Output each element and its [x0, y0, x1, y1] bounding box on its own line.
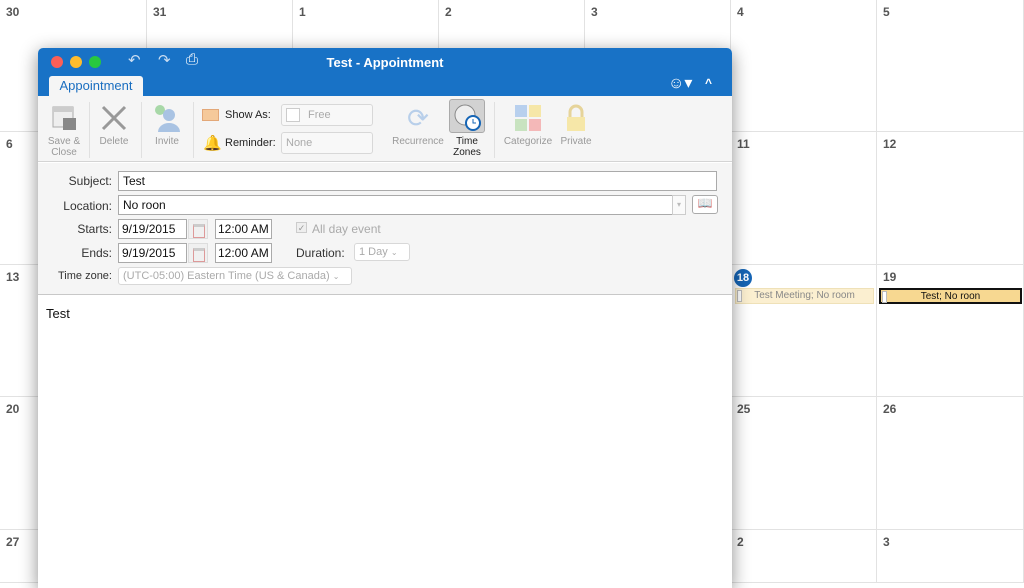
start-date-input[interactable]: 9/19/2015 [118, 219, 187, 239]
event-label: Test Meeting; No room [754, 290, 855, 301]
timezone-select[interactable]: (UTC-05:00) Eastern Time (US & Canada) ⌄ [118, 267, 352, 285]
day-number: 13 [6, 270, 20, 284]
delete-label: Delete [99, 136, 129, 147]
subject-label: Subject: [68, 174, 112, 188]
duration-value: 1 Day [359, 246, 388, 258]
private-label: Private [560, 136, 592, 147]
show-as-value: Free [308, 109, 331, 121]
day-number: 1 [299, 5, 306, 19]
save-close-label: Save & Close [47, 136, 81, 158]
day-number: 5 [883, 5, 890, 19]
save-icon [52, 106, 76, 130]
end-date-calendar-icon[interactable] [188, 243, 208, 263]
day-number: 30 [6, 5, 20, 19]
end-date-input[interactable]: 9/19/2015 [118, 243, 187, 263]
subject-input[interactable]: Test [118, 171, 717, 191]
calendar-day-cell[interactable]: 11 [731, 132, 877, 265]
day-number: 3 [883, 535, 890, 549]
bell-icon: 🔔 [203, 135, 222, 152]
window-title: Test - Appointment [326, 55, 444, 70]
end-time-input[interactable]: 12:00 AM [215, 243, 272, 263]
recurrence-icon: ⟳ [407, 103, 429, 133]
event-test-meeting[interactable]: Test Meeting; No room [735, 288, 874, 304]
appointment-form: Subject: Test Location: No roon ▾ 📖 Star… [38, 163, 732, 295]
all-day-checkbox[interactable]: ✓ [296, 222, 307, 233]
collapse-ribbon-icon[interactable]: ^ [705, 76, 712, 90]
lock-icon [567, 104, 585, 131]
day-number: 31 [153, 5, 167, 19]
delete-button[interactable]: Delete [94, 104, 134, 147]
reminder-label: Reminder: [225, 137, 276, 149]
categorize-label: Categorize [503, 136, 553, 147]
recurrence-label: Recurrence [392, 136, 444, 147]
today-badge: 18 [734, 269, 752, 287]
private-button[interactable]: Private [556, 104, 596, 147]
day-number: 20 [6, 402, 20, 416]
globe-clock-icon [454, 104, 481, 131]
calendar-day-cell[interactable]: 4 [731, 0, 877, 132]
day-number: 3 [591, 5, 598, 19]
day-number: 6 [6, 137, 13, 151]
day-number: 12 [883, 137, 897, 151]
starts-label: Starts: [77, 222, 112, 236]
calendar-day-cell[interactable]: 26 [877, 397, 1024, 530]
day-number: 26 [883, 402, 897, 416]
ends-label: Ends: [81, 246, 112, 260]
start-time-input[interactable]: 12:00 AM [215, 219, 272, 239]
calendar-day-cell[interactable]: 3 [877, 530, 1024, 583]
all-day-label: All day event [312, 222, 381, 236]
calendar-day-cell[interactable]: 12 [877, 132, 1024, 265]
time-zones-button[interactable] [449, 99, 485, 133]
room-finder-book-icon[interactable]: 📖 [692, 195, 718, 214]
day-number: 25 [737, 402, 751, 416]
calendar-day-cell[interactable]: 19 [877, 265, 1024, 397]
day-number: 2 [737, 535, 744, 549]
location-input[interactable]: No roon [118, 195, 686, 215]
appointment-body-text[interactable]: Test [46, 306, 70, 321]
day-number: 4 [737, 5, 744, 19]
show-as-label: Show As: [225, 109, 271, 121]
ribbon-toolbar: Save & Close Delete Invite Show As: Free… [38, 96, 732, 162]
invite-button[interactable]: Invite [146, 104, 188, 147]
event-label: Test; No roon [920, 291, 981, 302]
calendar-day-cell[interactable]: 5 [877, 0, 1024, 132]
day-number: 27 [6, 535, 20, 549]
start-date-calendar-icon[interactable] [188, 219, 208, 239]
show-as-icon [202, 109, 219, 121]
smiley-feedback-icon[interactable]: ☺▾ [668, 73, 692, 93]
show-as-select[interactable]: Free [281, 104, 373, 126]
save-close-button[interactable]: Save & Close [44, 104, 84, 158]
timezone-value: (UTC-05:00) Eastern Time (US & Canada) [123, 270, 330, 282]
invite-label: Invite [155, 136, 179, 147]
categorize-button[interactable]: Categorize [500, 104, 556, 147]
location-dropdown[interactable]: ▾ [672, 195, 686, 215]
categorize-icon [515, 105, 541, 131]
calendar-day-cell[interactable]: 2 [731, 530, 877, 583]
calendar-day-cell[interactable]: 18 [731, 265, 877, 397]
duration-label: Duration: [296, 246, 345, 260]
time-zones-label: Time Zones [453, 136, 481, 158]
day-number: 19 [883, 270, 897, 284]
day-number: 11 [737, 137, 750, 151]
appointment-window: ↶ ↷ ⎙ Test - Appointment ☺▾ ^ Appointmen… [38, 48, 732, 588]
day-number: 18 [734, 269, 752, 287]
invite-person-icon [155, 105, 180, 132]
day-number: 2 [445, 5, 452, 19]
recurrence-button[interactable]: ⟳ Recurrence [388, 104, 448, 147]
timezone-label: Time zone: [57, 270, 112, 282]
duration-select[interactable]: 1 Day ⌄ [354, 243, 410, 261]
reminder-select[interactable]: None [281, 132, 373, 154]
delete-x-icon [101, 105, 127, 131]
reminder-value: None [286, 137, 313, 149]
event-test-selected[interactable]: Test; No roon [879, 288, 1022, 304]
tab-appointment[interactable]: Appointment [49, 76, 143, 96]
location-label: Location: [63, 199, 112, 213]
calendar-day-cell[interactable]: 25 [731, 397, 877, 530]
title-bar: ↶ ↷ ⎙ Test - Appointment ☺▾ ^ Appointmen… [38, 48, 732, 96]
